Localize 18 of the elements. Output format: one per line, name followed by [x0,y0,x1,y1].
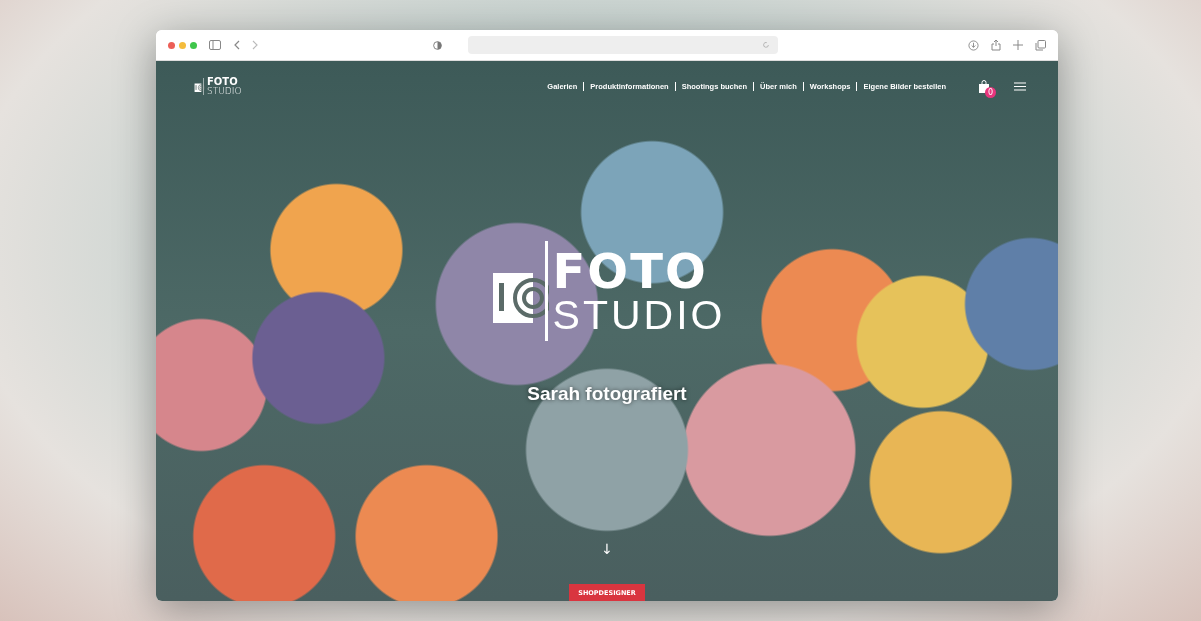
scroll-down-arrow[interactable]: ↓ [601,541,613,558]
maximize-window-button[interactable] [190,41,197,49]
back-icon[interactable] [233,40,240,50]
privacy-icon[interactable] [433,40,442,50]
sidebar-icon[interactable] [209,40,221,50]
studio-logo: FOTO STUDIO [488,241,726,342]
close-window-button[interactable] [168,41,175,49]
site-logo[interactable]: FOTO STUDIO [192,77,242,96]
tabs-overview-icon[interactable] [1035,39,1046,51]
cart-count-badge: 0 [985,87,996,98]
minimize-window-button[interactable] [179,41,186,49]
camera-icon [192,77,206,95]
download-icon[interactable] [968,39,979,51]
new-tab-icon[interactable] [1013,40,1023,50]
share-icon[interactable] [991,39,1001,51]
menu-icon[interactable] [1014,81,1026,91]
forward-icon[interactable] [252,40,259,50]
shopping-bag-icon[interactable] [978,80,990,94]
